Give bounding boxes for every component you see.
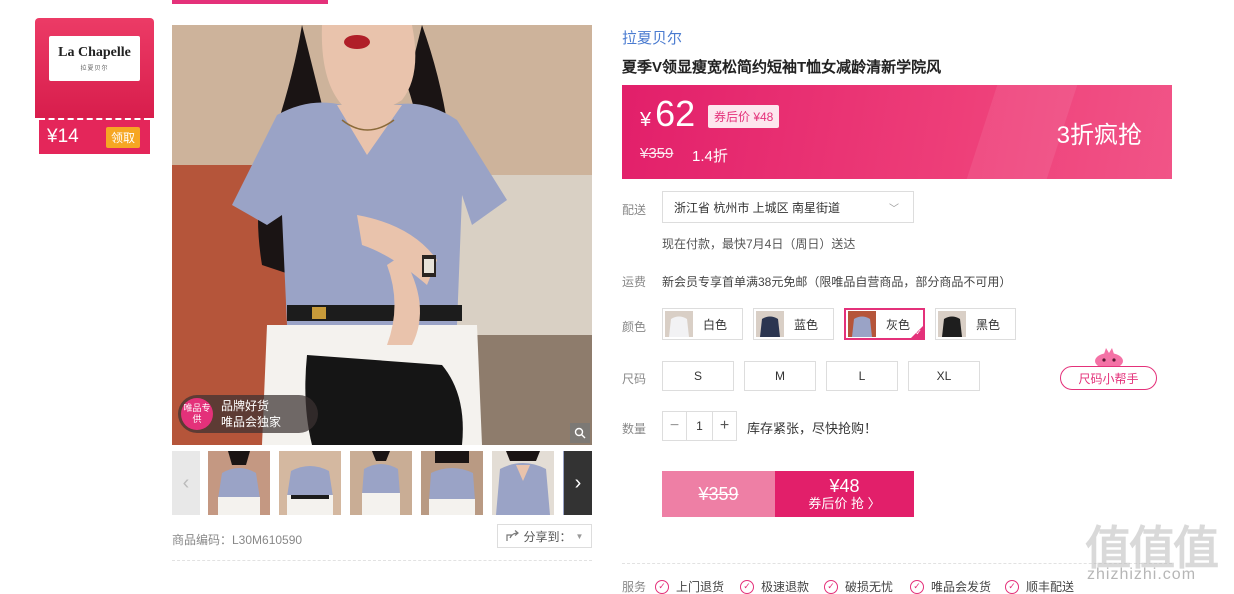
main-product-image[interactable]: 唯品专供 品牌好货 唯品会独家: [172, 25, 592, 445]
check-circle-icon: ✓: [740, 579, 754, 594]
promo-line-1: 品牌好货: [221, 399, 270, 413]
size-helper-button[interactable]: 尺码小帮手: [1060, 366, 1157, 390]
color-option-blue[interactable]: 蓝色: [753, 308, 834, 340]
share-button[interactable]: 分享到： ▼: [497, 524, 592, 548]
size-option-l[interactable]: L: [826, 361, 898, 391]
delivery-label: 配送: [622, 203, 647, 217]
promo-badge: 唯品专供 品牌好货 唯品会独家: [178, 395, 318, 433]
price-panel: ¥ 62 券后价 ¥48 ¥359 1.4折 3折疯抢: [622, 85, 1172, 179]
brand-link[interactable]: 拉夏贝尔: [622, 27, 682, 48]
color-option-black[interactable]: 黑色: [935, 308, 1016, 340]
product-title: 夏季V领显瘦宽松简约短袖T恤女减龄清新学院风: [622, 59, 942, 76]
thumbnail[interactable]: [350, 451, 412, 515]
active-tab-indicator: [172, 0, 328, 4]
size-option-s[interactable]: S: [662, 361, 734, 391]
color-swatch: [756, 311, 784, 337]
color-option-white[interactable]: 白色: [662, 308, 743, 340]
brand-coupon-bar: ¥14 领取: [39, 118, 150, 154]
size-label: 尺码: [622, 372, 647, 386]
service-label: 服务: [622, 580, 647, 594]
service-name: 上门退货: [676, 580, 725, 594]
thumbnail[interactable]: [421, 451, 483, 515]
check-circle-icon: ✓: [655, 579, 669, 594]
discount-label: 1.4折: [692, 148, 728, 165]
brand-logo-sub: 拉夏贝尔: [80, 66, 109, 72]
product-photo: [172, 25, 592, 445]
color-swatch: [938, 311, 966, 337]
share-icon: [505, 530, 519, 541]
thumbnail-strip: ‹ ›: [172, 451, 592, 515]
buy-with-coupon-button[interactable]: ¥48 券后价 抢 〉: [775, 471, 914, 517]
quantity-decrease-button[interactable]: −: [663, 412, 686, 440]
quantity-input[interactable]: 1: [686, 412, 713, 440]
color-name: 黑色: [976, 317, 1001, 332]
color-label: 颜色: [622, 320, 647, 334]
promo-line-2: 唯品会独家: [221, 415, 282, 429]
service-name: 破损无忧: [845, 580, 894, 594]
divider: [172, 560, 592, 561]
current-price: ¥ 62: [640, 93, 695, 135]
size-option-xl[interactable]: XL: [908, 361, 980, 391]
zoom-icon[interactable]: [570, 423, 590, 443]
delivery-estimate: 现在付款，最快7月4日（周日）送达: [662, 237, 856, 251]
color-swatch: [665, 311, 693, 337]
brand-card-header: La Chapelle 拉夏贝尔: [35, 18, 154, 118]
helper-mascot-icon: [1095, 348, 1123, 368]
service-item: ✓ 破损无忧: [824, 578, 893, 594]
thumb-next-arrow-icon[interactable]: ›: [564, 451, 592, 515]
color-swatch: [848, 311, 876, 337]
shipping-note: 新会员专享首单满38元免邮（限唯品自营商品，部分商品不可用）: [662, 275, 1012, 289]
promo-circle-badge: 唯品专供: [181, 398, 213, 430]
service-item: ✓ 唯品会发货: [910, 578, 991, 594]
thumbnail[interactable]: [492, 451, 554, 515]
share-label: 分享到：: [523, 529, 572, 544]
service-item: ✓ 极速退款: [740, 578, 809, 594]
color-name: 白色: [703, 317, 728, 332]
delivery-location-select[interactable]: 浙江省 杭州市 上城区 南星街道 ﹀: [662, 191, 914, 223]
color-option-gray[interactable]: 灰色 ✓: [844, 308, 925, 340]
current-price-value: 62: [655, 93, 696, 134]
currency-symbol: ¥: [640, 109, 652, 131]
site-watermark: 值值值 zhizhizhi.com: [1085, 512, 1230, 592]
size-option-m[interactable]: M: [744, 361, 816, 391]
buy-coupon-price: ¥48: [829, 476, 860, 496]
brand-coupon-card[interactable]: La Chapelle 拉夏贝尔 ¥14 领取: [35, 18, 154, 156]
quantity-stepper: − 1 +: [662, 411, 737, 441]
check-circle-icon: ✓: [910, 579, 924, 594]
check-icon: ✓: [915, 328, 922, 337]
chevron-down-icon: ﹀: [889, 203, 899, 215]
service-item: ✓ 上门退货: [655, 578, 724, 594]
thumbnail[interactable]: [279, 451, 341, 515]
shipping-label: 运费: [622, 275, 647, 289]
color-name: 灰色: [886, 317, 911, 332]
watermark-url: zhizhizhi.com: [1087, 566, 1197, 583]
buy-original-price[interactable]: ¥359: [662, 471, 775, 517]
stock-note: 库存紧张，尽快抢购！: [747, 421, 878, 436]
service-item: ✓ 顺丰配送: [1005, 578, 1074, 594]
brand-logo: La Chapelle 拉夏贝尔: [49, 36, 140, 81]
quantity-label: 数量: [622, 422, 647, 436]
flash-sale-text: 3折疯抢: [1056, 122, 1142, 149]
color-name: 蓝色: [794, 317, 819, 332]
check-circle-icon: ✓: [824, 579, 838, 594]
delivery-location-value: 浙江省 杭州市 上城区 南星街道: [674, 200, 841, 215]
service-name: 极速退款: [761, 580, 810, 594]
caret-down-icon: ▼: [575, 531, 584, 541]
coupon-amount: ¥14: [47, 126, 79, 147]
claim-coupon-button[interactable]: 领取: [105, 126, 140, 148]
service-name: 顺丰配送: [1026, 580, 1075, 594]
quantity-increase-button[interactable]: +: [713, 412, 736, 440]
product-code: 商品编码：L30M610590: [172, 533, 303, 547]
check-circle-icon: ✓: [1005, 579, 1019, 594]
coupon-price-tag: 券后价 ¥48: [708, 105, 780, 128]
brand-logo-name: La Chapelle: [58, 45, 131, 60]
thumb-prev-arrow-icon[interactable]: ‹: [172, 451, 200, 515]
buy-coupon-text: 券后价 抢 〉: [808, 496, 881, 511]
buy-button[interactable]: ¥359 ¥48 券后价 抢 〉: [662, 471, 914, 517]
service-name: 唯品会发货: [931, 580, 992, 594]
thumbnail[interactable]: [208, 451, 270, 515]
promo-text: 品牌好货 唯品会独家: [221, 398, 281, 430]
original-price: ¥359: [640, 145, 674, 162]
